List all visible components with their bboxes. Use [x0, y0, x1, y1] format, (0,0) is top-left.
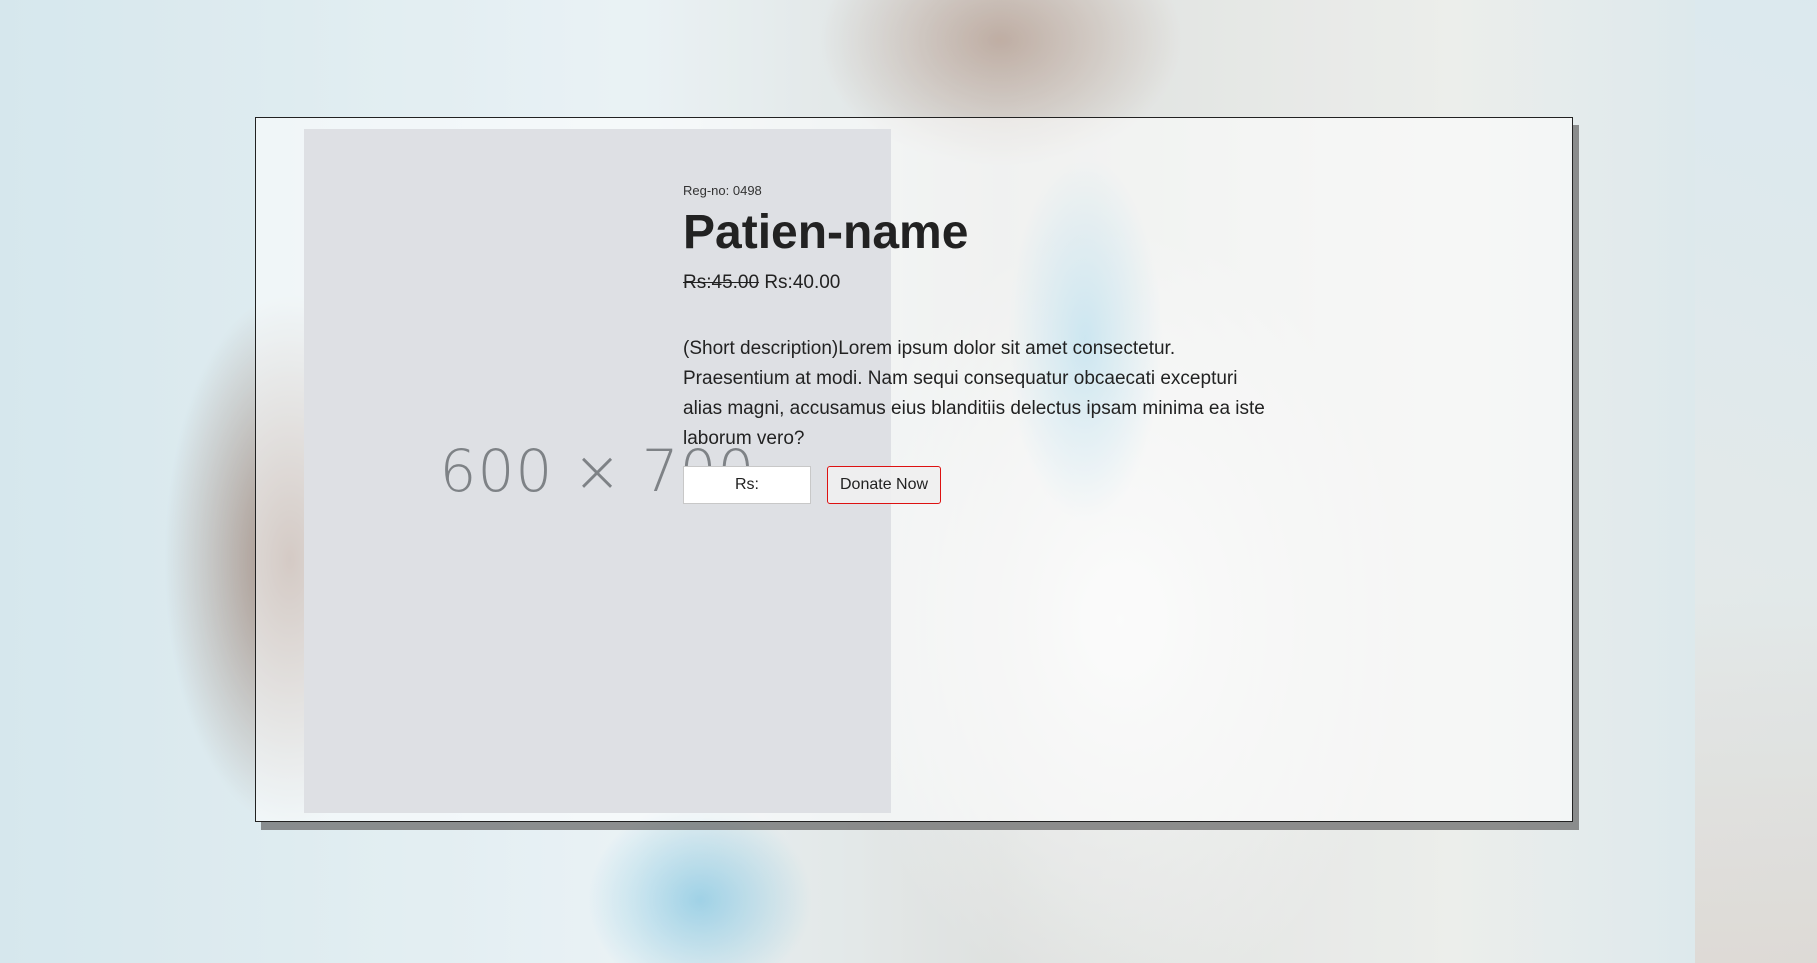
discounted-price: Rs:40.00	[764, 272, 841, 293]
original-price: Rs:45.00	[683, 272, 760, 293]
patient-details: Reg-no: 0498 Patien-name Rs:45.00 Rs:40.…	[683, 183, 1283, 504]
patient-name: Patien-name	[683, 206, 969, 259]
price-row: Rs:45.00 Rs:40.00	[683, 272, 1283, 294]
donation-actions: Donate Now	[683, 466, 1283, 504]
registration-number: Reg-no: 0498	[683, 183, 762, 198]
donation-amount-input[interactable]	[683, 466, 811, 504]
donate-now-button[interactable]: Donate Now	[827, 466, 942, 504]
short-description: (Short description)Lorem ipsum dolor sit…	[683, 338, 1265, 449]
